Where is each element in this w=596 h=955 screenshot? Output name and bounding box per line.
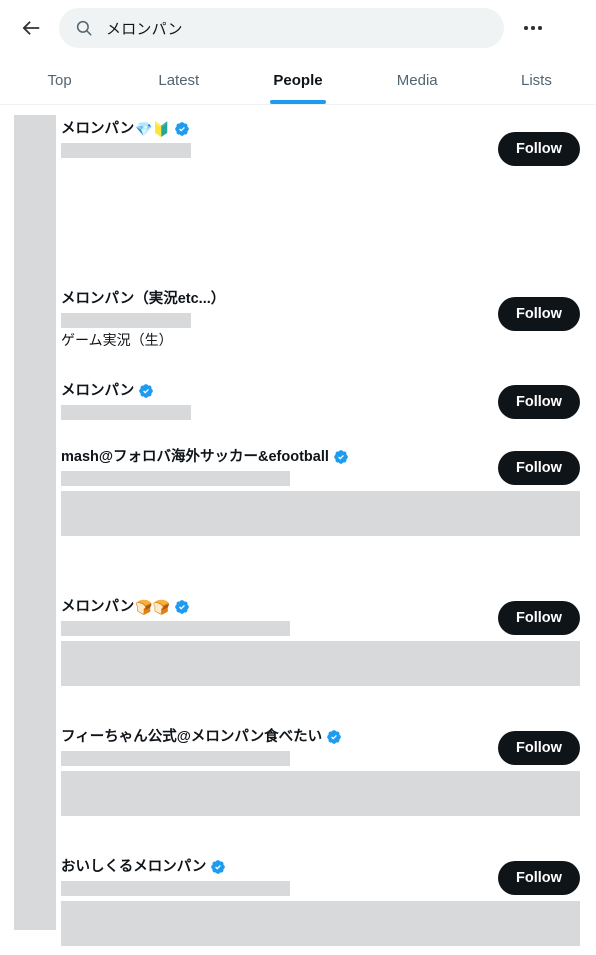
user-result-row[interactable]: mash@フォロバ海外サッカー&efootball Follow [0,447,596,536]
user-result-row[interactable]: おいしくるメロンパン Follow [0,857,596,946]
user-result-content: メロンパン 🍞🍞 Follow [0,597,596,686]
user-result-content: メロンパン Follow [0,381,596,420]
verified-badge-icon [334,450,348,464]
verified-badge-icon [139,384,154,398]
user-result-content: フィーちゃん公式@メロンパン食べたい Follow [0,727,596,816]
follow-button[interactable]: Follow [498,861,580,895]
user-result-content: メロンパン（実況etc...） ゲーム実況（生） Follow [0,289,596,350]
user-display-name[interactable]: メロンパン（実況etc...） [61,289,225,309]
tab-lists[interactable]: Lists [477,56,596,104]
user-handle-placeholder [61,313,191,328]
follow-button[interactable]: Follow [498,451,580,485]
user-display-name[interactable]: おいしくるメロンパン [61,857,206,877]
user-bio-placeholder [61,901,580,946]
follow-button[interactable]: Follow [498,601,580,635]
follow-button[interactable]: Follow [498,132,580,166]
tab-label: People [273,71,323,89]
user-display-name[interactable]: メロンパン [61,597,134,617]
user-display-name[interactable]: メロンパン [61,381,134,401]
search-input-value[interactable]: メロンパン [106,18,183,39]
user-bio-text: ゲーム実況（生） [61,332,173,348]
tab-top[interactable]: Top [0,56,119,104]
tab-label: Top [47,71,72,89]
arrow-left-icon [22,21,40,35]
user-bio-placeholder [61,491,580,536]
user-display-name[interactable]: フィーちゃん公式@メロンパン食べたい [61,727,322,747]
tab-active-underline [270,100,326,104]
user-handle-placeholder [61,751,290,766]
verified-badge-icon [211,860,226,874]
back-button[interactable] [14,11,48,45]
tab-label: Latest [158,71,200,89]
user-handle-placeholder [61,881,290,896]
tab-label: Media [396,71,438,89]
user-result-row[interactable]: メロンパン（実況etc...） ゲーム実況（生） Follow [0,289,596,350]
follow-button[interactable]: Follow [498,385,580,419]
follow-button[interactable]: Follow [498,731,580,765]
more-options-button[interactable] [516,11,550,45]
user-handle-placeholder [61,405,191,420]
user-bio-placeholder [61,771,580,816]
top-bar: メロンパン [0,0,596,56]
tab-label: Lists [520,71,552,89]
user-bio-placeholder [61,641,580,686]
user-handle-placeholder [61,143,191,158]
user-handle-placeholder [61,471,290,486]
user-name-emoji: 🍞🍞 [135,599,171,615]
user-result-row[interactable]: メロンパン Follow [0,381,596,420]
tab-media[interactable]: Media [358,56,477,104]
user-handle-placeholder [61,621,290,636]
user-result-row[interactable]: メロンパン 🍞🍞 Follow [0,597,596,686]
tab-latest[interactable]: Latest [119,56,238,104]
verified-badge-icon [175,600,189,614]
user-display-name[interactable]: メロンパン [61,119,134,139]
search-field[interactable]: メロンパン [59,8,504,48]
verified-badge-icon [327,730,341,744]
user-result-content: メロンパン 💎🔰 Follow [0,119,596,166]
follow-button[interactable]: Follow [498,297,580,331]
verified-badge-icon [175,122,189,136]
user-result-row[interactable]: フィーちゃん公式@メロンパン食べたい Follow [0,727,596,816]
user-result-content: mash@フォロバ海外サッカー&efootball Follow [0,447,596,536]
user-result-row[interactable]: メロンパン 💎🔰 Follow [0,119,596,166]
user-name-emoji: 💎🔰 [135,121,171,137]
user-result-content: おいしくるメロンパン Follow [0,857,596,946]
people-results-list: メロンパン 💎🔰 Follow メロンパン（実況etc...） ゲーム実況（生） Foll… [0,105,596,955]
search-icon [76,20,92,36]
user-display-name[interactable]: mash@フォロバ海外サッカー&efootball [61,447,329,467]
tab-people[interactable]: People [238,56,357,104]
more-horizontal-icon [524,26,542,30]
search-tabs: Top Latest People Media Lists [0,56,596,105]
